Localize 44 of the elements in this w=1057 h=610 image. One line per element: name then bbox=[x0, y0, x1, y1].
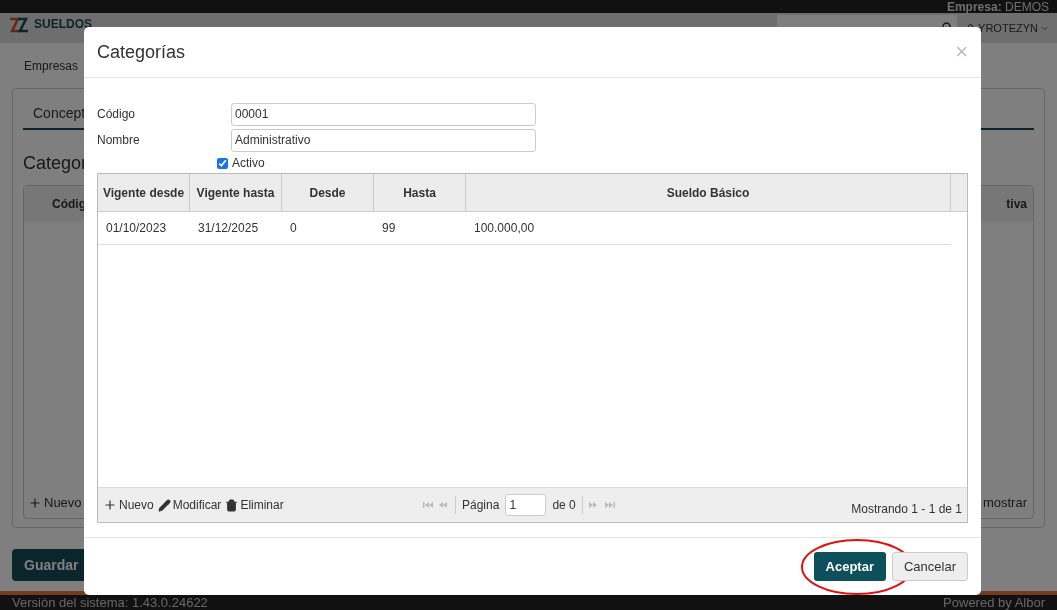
table-cell-text: 01/10/2023 bbox=[105, 220, 168, 237]
checkbox-label: Activo bbox=[232, 155, 265, 172]
toolbar-button[interactable]: Nuevo bbox=[103, 496, 154, 514]
page-field[interactable]: 1 bbox=[505, 494, 547, 516]
table-cell-text: 31/12/2025 bbox=[197, 220, 260, 237]
first-page-icon[interactable] bbox=[423, 501, 433, 509]
cancel-button[interactable]: Cancelar bbox=[891, 552, 968, 581]
dialog-title: Categorías bbox=[97, 40, 186, 64]
text-field[interactable]: 00001 bbox=[231, 102, 536, 126]
company-name: Empresa: DEMOS bbox=[946, 0, 1049, 13]
section-title: Categor bbox=[23, 152, 88, 175]
column-header[interactable]: Desde bbox=[282, 174, 374, 211]
version-text: Versión del sistema: 1.43.0.24622 bbox=[12, 596, 208, 609]
table-cell-text: 0 bbox=[289, 220, 298, 237]
trash-icon bbox=[225, 498, 239, 512]
toolbar-button[interactable]: Modificar bbox=[157, 496, 222, 514]
table-cell-text: 100.000,00 bbox=[473, 220, 536, 237]
breadcrumb-link[interactable]: Empresas bbox=[24, 56, 79, 75]
previous-page-icon[interactable] bbox=[439, 501, 449, 509]
plus-icon bbox=[28, 496, 42, 510]
column-header: tiva bbox=[1006, 196, 1027, 213]
column-header[interactable]: Vigente hasta bbox=[190, 174, 282, 211]
plus-icon bbox=[103, 498, 117, 512]
column-header[interactable]: Vigente desde bbox=[98, 174, 190, 211]
logo-text: SUELDOS bbox=[34, 17, 92, 31]
column-header[interactable]: Hasta bbox=[374, 174, 466, 211]
next-page-icon[interactable] bbox=[588, 501, 599, 509]
field-label: Código bbox=[97, 106, 137, 123]
record-summary: Mostrando 1 - 1 de 1 bbox=[851, 501, 962, 518]
page-count: de 0 bbox=[552, 497, 576, 514]
add-link[interactable]: Nuevo bbox=[28, 493, 82, 513]
show-link[interactable]: mostrar bbox=[982, 493, 1029, 513]
logo-icon bbox=[8, 15, 30, 35]
page-label: Página bbox=[462, 497, 500, 514]
pencil-icon bbox=[157, 498, 171, 512]
toolbar-button[interactable]: Eliminar bbox=[225, 496, 284, 514]
last-page-icon[interactable] bbox=[604, 501, 615, 509]
field-label: Nombre bbox=[97, 132, 141, 149]
powered-by-text: Powered by Albor bbox=[943, 596, 1045, 609]
active-checkbox[interactable] bbox=[217, 157, 228, 169]
text-field[interactable]: Administrativo bbox=[231, 128, 536, 152]
table-cell-text: 99 bbox=[381, 220, 397, 237]
column-header[interactable]: Sueldo Básico bbox=[466, 174, 951, 211]
accept-button[interactable]: Aceptar bbox=[813, 552, 886, 581]
